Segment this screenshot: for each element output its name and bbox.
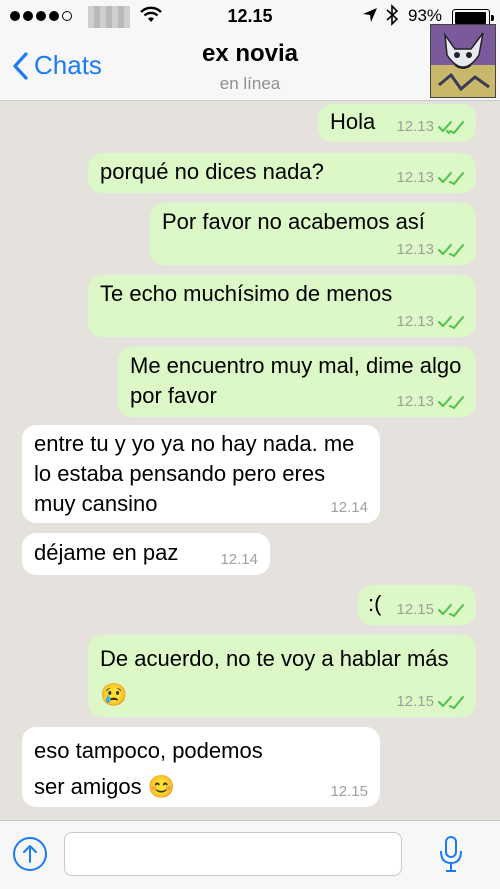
message-bubble-outgoing[interactable]: porqué no dices nada? 12.13 [88, 153, 476, 193]
battery-percent: 93% [408, 6, 443, 25]
message-bubble-incoming[interactable]: déjame en paz 12.14 [22, 533, 270, 575]
double-check-icon [438, 172, 464, 185]
message-meta: 12.13 [396, 313, 464, 331]
message-bubble-outgoing[interactable]: De acuerdo, no te voy a hablar más 😢 12.… [88, 635, 476, 717]
message-meta: 12.15 [330, 783, 368, 801]
message-bubble-outgoing[interactable]: :( 12.15 [358, 585, 476, 625]
double-check-icon [438, 396, 464, 409]
arrow-up-icon [23, 845, 37, 863]
message-meta: 12.15 [396, 693, 464, 711]
contact-name[interactable]: ex novia [0, 40, 500, 68]
message-bubble-outgoing[interactable]: Por favor no acabemos así 12.13 [150, 203, 476, 265]
message-input[interactable] [64, 832, 402, 876]
status-bar: 12.15 93% [0, 0, 500, 34]
message-meta: 12.13 [396, 118, 464, 136]
message-bubble-outgoing[interactable]: Hola 12.13 [318, 104, 476, 142]
message-time: 12.15 [396, 601, 434, 618]
chat-header: 12.15 93% Chats ex novia en línea [0, 0, 500, 101]
message-meta: 12.14 [220, 551, 258, 569]
double-check-icon [438, 696, 464, 709]
message-time: 12.15 [396, 693, 434, 710]
message-time: 12.13 [396, 118, 434, 135]
message-text: eso tampoco, podemos ser amigos 😊 [34, 738, 263, 799]
contact-status: en línea [219, 74, 281, 93]
message-time: 12.13 [396, 241, 434, 258]
contact-avatar[interactable] [430, 24, 496, 98]
double-check-icon [438, 316, 464, 329]
message-meta: 12.13 [396, 393, 464, 411]
message-time: 12.13 [396, 313, 434, 330]
bluetooth-icon [386, 4, 399, 26]
message-bubble-outgoing[interactable]: Me encuentro muy mal, dime algo por favo… [118, 347, 476, 417]
location-arrow-icon [363, 8, 377, 22]
message-time: 12.13 [396, 169, 434, 186]
message-meta: 12.15 [396, 601, 464, 619]
message-meta: 12.13 [396, 169, 464, 187]
message-time: 12.14 [330, 499, 368, 516]
double-check-icon [438, 244, 464, 257]
message-bubble-incoming[interactable]: eso tampoco, podemos ser amigos 😊 12.15 [22, 727, 380, 807]
message-bubble-incoming[interactable]: entre tu y yo ya no hay nada. me lo esta… [22, 425, 380, 523]
message-bubble-outgoing[interactable]: Te echo muchísimo de menos 12.13 [88, 275, 476, 337]
double-check-icon [438, 604, 464, 617]
message-text: entre tu y yo ya no hay nada. me lo esta… [34, 431, 355, 516]
message-time: 12.13 [396, 393, 434, 410]
double-check-icon [438, 121, 464, 134]
message-meta: 12.13 [396, 241, 464, 259]
message-text: Por favor no acabemos así [162, 209, 425, 234]
avatar-illustration [431, 25, 495, 97]
message-meta: 12.14 [330, 499, 368, 517]
compose-bar [0, 820, 500, 889]
message-time: 12.14 [220, 551, 258, 568]
message-time: 12.15 [330, 783, 368, 800]
attach-button[interactable] [13, 837, 47, 871]
microphone-icon[interactable] [438, 835, 464, 875]
message-text: Te echo muchísimo de menos [100, 281, 393, 306]
